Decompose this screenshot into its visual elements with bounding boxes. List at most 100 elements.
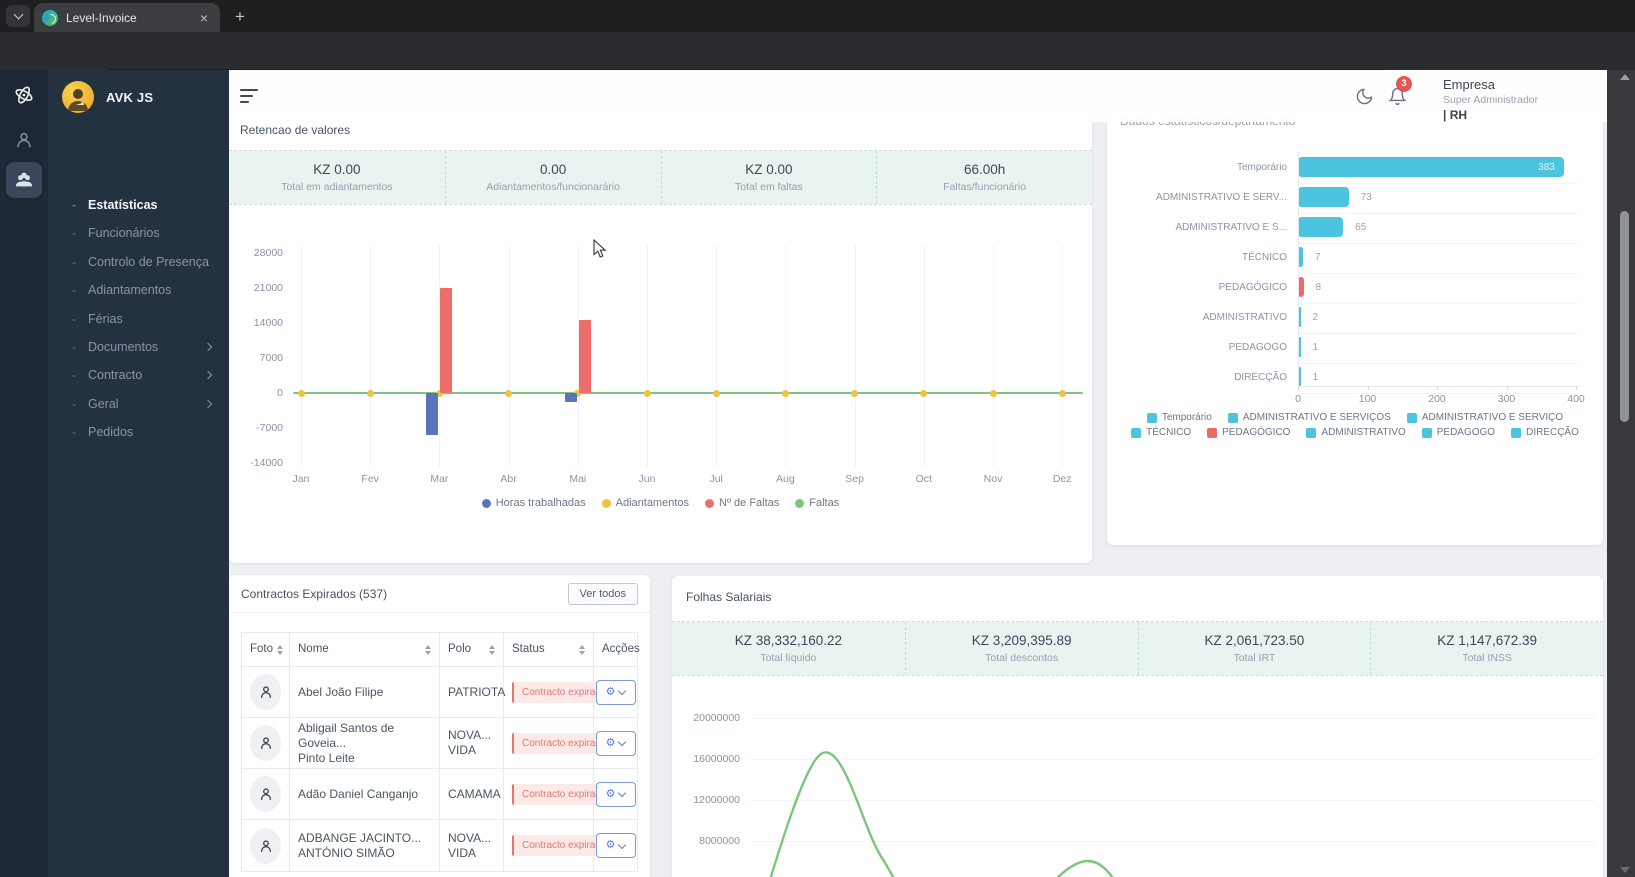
dark-mode-moon-icon[interactable] bbox=[1355, 87, 1374, 106]
row-actions-button[interactable]: ⚙ bbox=[595, 833, 636, 858]
series-point-adiantamentos bbox=[989, 389, 997, 397]
legend-square bbox=[1146, 412, 1157, 423]
panel-retencao-de-valores: Retencao de valores KZ 0.00 Total em adia… bbox=[229, 115, 1092, 563]
x-tick-label: Jan bbox=[292, 473, 310, 485]
x-tick-label: Mai bbox=[569, 473, 587, 485]
chevron-down-icon bbox=[13, 9, 23, 20]
legend-label: Nº de Faltas bbox=[719, 497, 780, 509]
table-row: Abel João Filipe PATRIOTA Contracto expira… bbox=[242, 667, 637, 718]
column-header-status[interactable]: Status bbox=[504, 633, 594, 666]
polo-cell: CAMAMA bbox=[440, 769, 504, 819]
folhas-stats-row: KZ 38,332,160.22 Total líquido KZ 3,209,39… bbox=[672, 621, 1603, 676]
scroll-up-icon[interactable] bbox=[1620, 74, 1630, 80]
sidebar-item-funcionarios[interactable]: - Funcionários bbox=[48, 219, 229, 247]
legend-label: ADMINISTRATIVO E SERVIÇO bbox=[1421, 412, 1564, 423]
sidebar-item-controlo-de-presenca[interactable]: - Controlo de Presença bbox=[48, 248, 229, 276]
employees-group-icon[interactable] bbox=[6, 162, 42, 198]
sidebar-brand[interactable]: AVK JS bbox=[62, 81, 153, 113]
y-tick-label: 28000 bbox=[253, 247, 283, 259]
series-line-faltas bbox=[293, 392, 1083, 394]
legend-item-n-de-faltas: Nº de Faltas bbox=[705, 497, 779, 509]
dept-value: 65 bbox=[1355, 222, 1367, 233]
stat-value: KZ 0.00 bbox=[745, 162, 793, 177]
photo-cell bbox=[242, 769, 290, 819]
sidebar-item-estatisticas[interactable]: - Estatísticas bbox=[48, 191, 229, 219]
browser-tab[interactable]: Level-Invoice × bbox=[34, 3, 220, 32]
departamentos-legend: Temporário ADMINISTRATIVO E SERVIÇOS ADMIN… bbox=[1115, 412, 1595, 438]
bar-n-de-faltas-mar bbox=[440, 288, 453, 393]
chevron-right-icon bbox=[203, 399, 213, 409]
row-actions-button[interactable]: ⚙ bbox=[595, 781, 636, 807]
user-icon[interactable] bbox=[14, 130, 34, 150]
sidebar-item-documentos[interactable]: - Documentos bbox=[48, 333, 229, 361]
dept-label-temporario: Temporário bbox=[1236, 162, 1287, 173]
dept-label-pedagogico: PEDAGÓGICO bbox=[1218, 282, 1287, 293]
stat-cell-faltasfuncionario: 66.00h Faltas/funcionário bbox=[876, 151, 1092, 204]
sidebar-item-label: Controlo de Presença bbox=[88, 254, 209, 269]
hamburger-menu-icon[interactable] bbox=[240, 89, 258, 107]
dept-bar-administrativo-e-s bbox=[1298, 217, 1344, 237]
stat-cell-total-inss: KZ 1,147,672.39 Total INSS bbox=[1370, 622, 1603, 675]
table-row: Adão Daniel Canganjo CAMAMA Contracto expi… bbox=[242, 769, 637, 820]
app-logo-icon[interactable] bbox=[11, 82, 37, 108]
chevron-right-icon bbox=[203, 342, 213, 352]
sort-icon[interactable] bbox=[277, 644, 284, 655]
name-cell: Adão Daniel Canganjo bbox=[290, 769, 440, 819]
series-point-adiantamentos bbox=[920, 389, 928, 397]
profile-block[interactable]: Empresa Super Administrador | RH bbox=[1443, 77, 1538, 122]
bar-horas-trabalhadas-mai bbox=[564, 393, 577, 402]
sort-icon[interactable] bbox=[425, 644, 431, 655]
sidebar-item-label: Estatísticas bbox=[88, 198, 158, 212]
stat-label: Faltas/funcionário bbox=[943, 181, 1027, 193]
dept-label-administrativo-e-serv: ADMINISTRATIVO E SERV... bbox=[1156, 192, 1287, 203]
legend-label: ADMINISTRATIVO bbox=[1321, 427, 1406, 438]
column-header-foto[interactable]: Foto bbox=[242, 633, 290, 666]
sort-icon[interactable] bbox=[489, 644, 495, 655]
x-tick-label: Aug bbox=[776, 473, 795, 485]
sidebar-item-ferias[interactable]: - Férias bbox=[48, 305, 229, 333]
row-separator bbox=[1298, 303, 1578, 304]
sidebar-item-adiantamentos[interactable]: - Adiantamentos bbox=[48, 276, 229, 304]
row-separator bbox=[1298, 363, 1578, 364]
grid-line bbox=[1062, 245, 1064, 467]
tab-title: Level-Invoice bbox=[66, 10, 137, 25]
dash-icon: - bbox=[72, 254, 76, 269]
series-point-adiantamentos bbox=[366, 389, 374, 397]
table-row: ADBANGE JACINTO... ANTÓNIO SIMÃO NOVA... … bbox=[242, 820, 637, 871]
grid-line bbox=[854, 245, 856, 467]
row-actions-button[interactable]: ⚙ bbox=[595, 730, 636, 756]
sidebar-item-contracto[interactable]: - Contracto bbox=[48, 361, 229, 389]
row-actions-button[interactable]: ⚙ bbox=[595, 679, 636, 705]
row-avatar bbox=[250, 776, 281, 812]
panel-contractos-expirados: Contractos Expirados (537) Ver todos Fot… bbox=[229, 575, 650, 877]
stat-label: Total em faltas bbox=[735, 181, 803, 193]
stat-label: Total descontos bbox=[985, 652, 1059, 664]
chevron-down-icon bbox=[618, 686, 627, 696]
legend-square bbox=[1306, 427, 1317, 438]
browser-toolbar: ← → localhost:4200/dashboard bbox=[0, 32, 1635, 96]
column-header-nome[interactable]: Nome bbox=[290, 633, 440, 666]
ver-todos-button[interactable]: Ver todos bbox=[567, 583, 638, 605]
polo-cell: NOVA... VIDA bbox=[440, 718, 504, 768]
tab-search-button[interactable] bbox=[6, 5, 30, 27]
dash-icon: - bbox=[72, 311, 76, 326]
column-header-accoes[interactable]: Acções bbox=[594, 633, 640, 666]
row-separator bbox=[1298, 273, 1578, 274]
chevron-down-icon bbox=[618, 737, 627, 747]
new-tab-button[interactable]: + bbox=[230, 7, 250, 27]
row-separator bbox=[1298, 333, 1578, 334]
app-header: 3 Empresa Super Administrador | RH bbox=[229, 70, 1607, 122]
sort-icon[interactable] bbox=[579, 644, 585, 655]
sidebar-item-geral[interactable]: - Geral bbox=[48, 390, 229, 418]
scrollbar-thumb[interactable] bbox=[1620, 211, 1629, 422]
sidebar-item-pedidos[interactable]: - Pedidos bbox=[48, 418, 229, 446]
dept-label-administrativo: ADMINISTRATIVO bbox=[1202, 312, 1287, 323]
scroll-down-icon[interactable] bbox=[1620, 867, 1630, 873]
tab-close-icon[interactable]: × bbox=[196, 10, 212, 26]
legend-dot bbox=[601, 498, 611, 508]
column-header-polo[interactable]: Polo bbox=[440, 633, 504, 666]
page-scrollbar[interactable] bbox=[1607, 70, 1635, 877]
company-name: Empresa bbox=[1443, 77, 1496, 92]
gear-icon: ⚙ bbox=[605, 736, 616, 749]
dept-value: 1 bbox=[1312, 342, 1319, 353]
